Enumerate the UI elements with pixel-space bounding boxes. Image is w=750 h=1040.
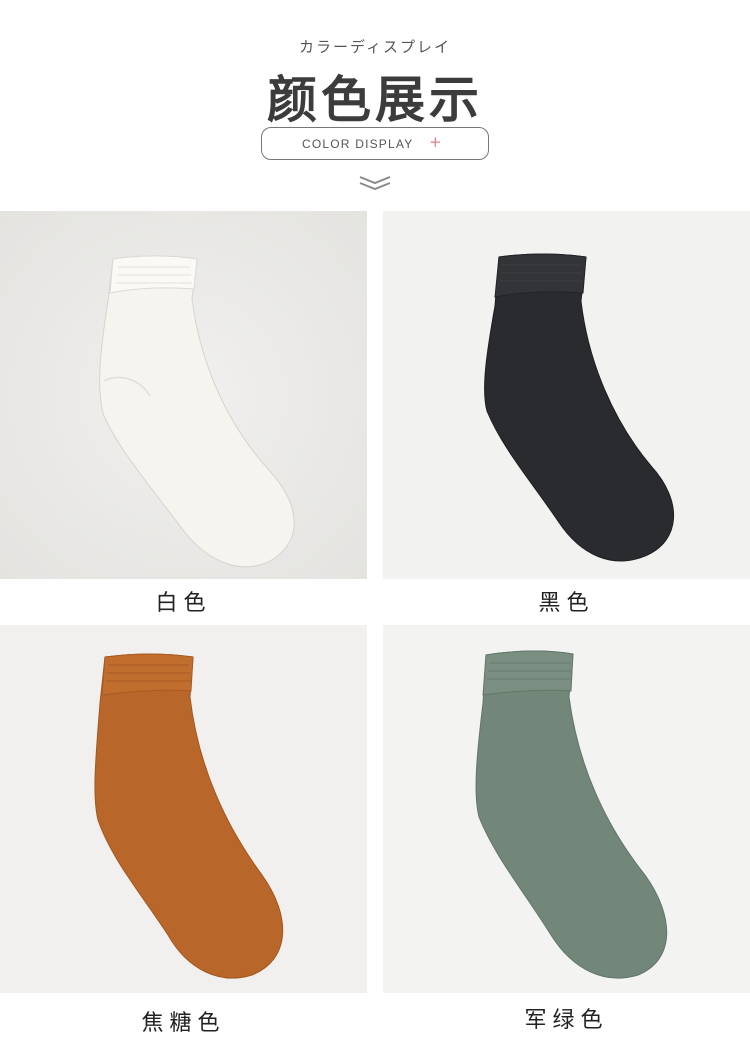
swatch-label-caramel: 焦糖色 (141, 1011, 226, 1036)
japanese-subtitle: カラーディスプレイ (299, 38, 451, 56)
sock-image (0, 211, 367, 579)
page-title: 颜色展示 (267, 71, 483, 129)
section-header: カラーディスプレイ 颜色展示 COLOR DISPLAY + (0, 0, 750, 200)
swatch-label-white: 白色 (155, 591, 212, 616)
swatch-photo-black (383, 211, 750, 579)
swatch-photo-caramel (0, 625, 367, 993)
sock-image (383, 625, 750, 993)
double-chevron-down-icon (359, 176, 391, 191)
swatch-photo-white (0, 211, 367, 579)
swatch-label-army-green: 军绿色 (524, 1008, 609, 1033)
sock-image (383, 211, 750, 579)
badge-label: COLOR DISPLAY (302, 137, 414, 151)
swatch-photo-army-green (383, 625, 750, 993)
swatch-label-black: 黑色 (538, 591, 595, 616)
color-display-badge: COLOR DISPLAY + (261, 127, 489, 160)
sock-image (0, 625, 367, 993)
plus-icon: + (429, 133, 442, 151)
